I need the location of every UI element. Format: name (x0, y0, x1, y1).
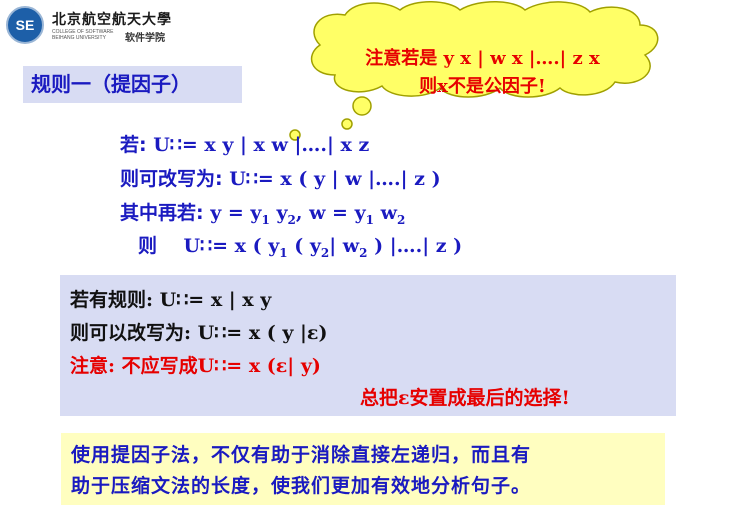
college-name-cn: 软件学院 (125, 33, 165, 44)
panel-line-2: 则可以改写为: U∷= x ( y |ε) (70, 322, 328, 344)
epsilon-rule-panel: 若有规则: U∷= x | x y 则可以改写为: U∷= x ( y |ε) … (60, 275, 676, 416)
callout-line-1: 注意若是 y x | w x |….| z x (365, 48, 600, 69)
callout-line-2: 则x不是公因子! (419, 76, 546, 97)
university-name: 北京航空航天大學 (52, 12, 172, 28)
university-emblem-icon: SE (6, 6, 44, 44)
panel-line-1: 若有规则: U∷= x | x y (70, 289, 272, 311)
university-logo: SE 北京航空航天大學 COLLEGE OF SOFTWARE BEIHANG … (6, 6, 186, 46)
example-line-1: 若: U∷= x y | x w |….| x z (120, 134, 370, 156)
summary-line-1: 使用提因子法，不仅有助于消除直接左递归，而且有 (71, 444, 532, 466)
college-name-en: COLLEGE OF SOFTWARE BEIHANG UNIVERSITY (52, 29, 114, 41)
panel-tip: 总把ε安置成最后的选择! (360, 387, 570, 409)
summary-line-2: 助于压缩文法的长度，使我们更加有效地分析句子。 (71, 475, 532, 497)
summary-panel: 使用提因子法，不仅有助于消除直接左递归，而且有 助于压缩文法的长度，使我们更加有… (61, 433, 665, 505)
panel-warning: 注意: 不应写成U∷= x (ε| y) (70, 355, 321, 377)
slide-title: 规则一（提因子） (23, 66, 242, 103)
example-line-2: 则可改写为: U∷= x ( y | w |….| z ) (120, 168, 441, 190)
example-line-3: 其中再若: y = y1 y2, w = y1 w2 (120, 202, 406, 227)
example-line-4: 则 U∷= x ( y1 ( y2| w2 ) |….| z ) (138, 235, 463, 260)
